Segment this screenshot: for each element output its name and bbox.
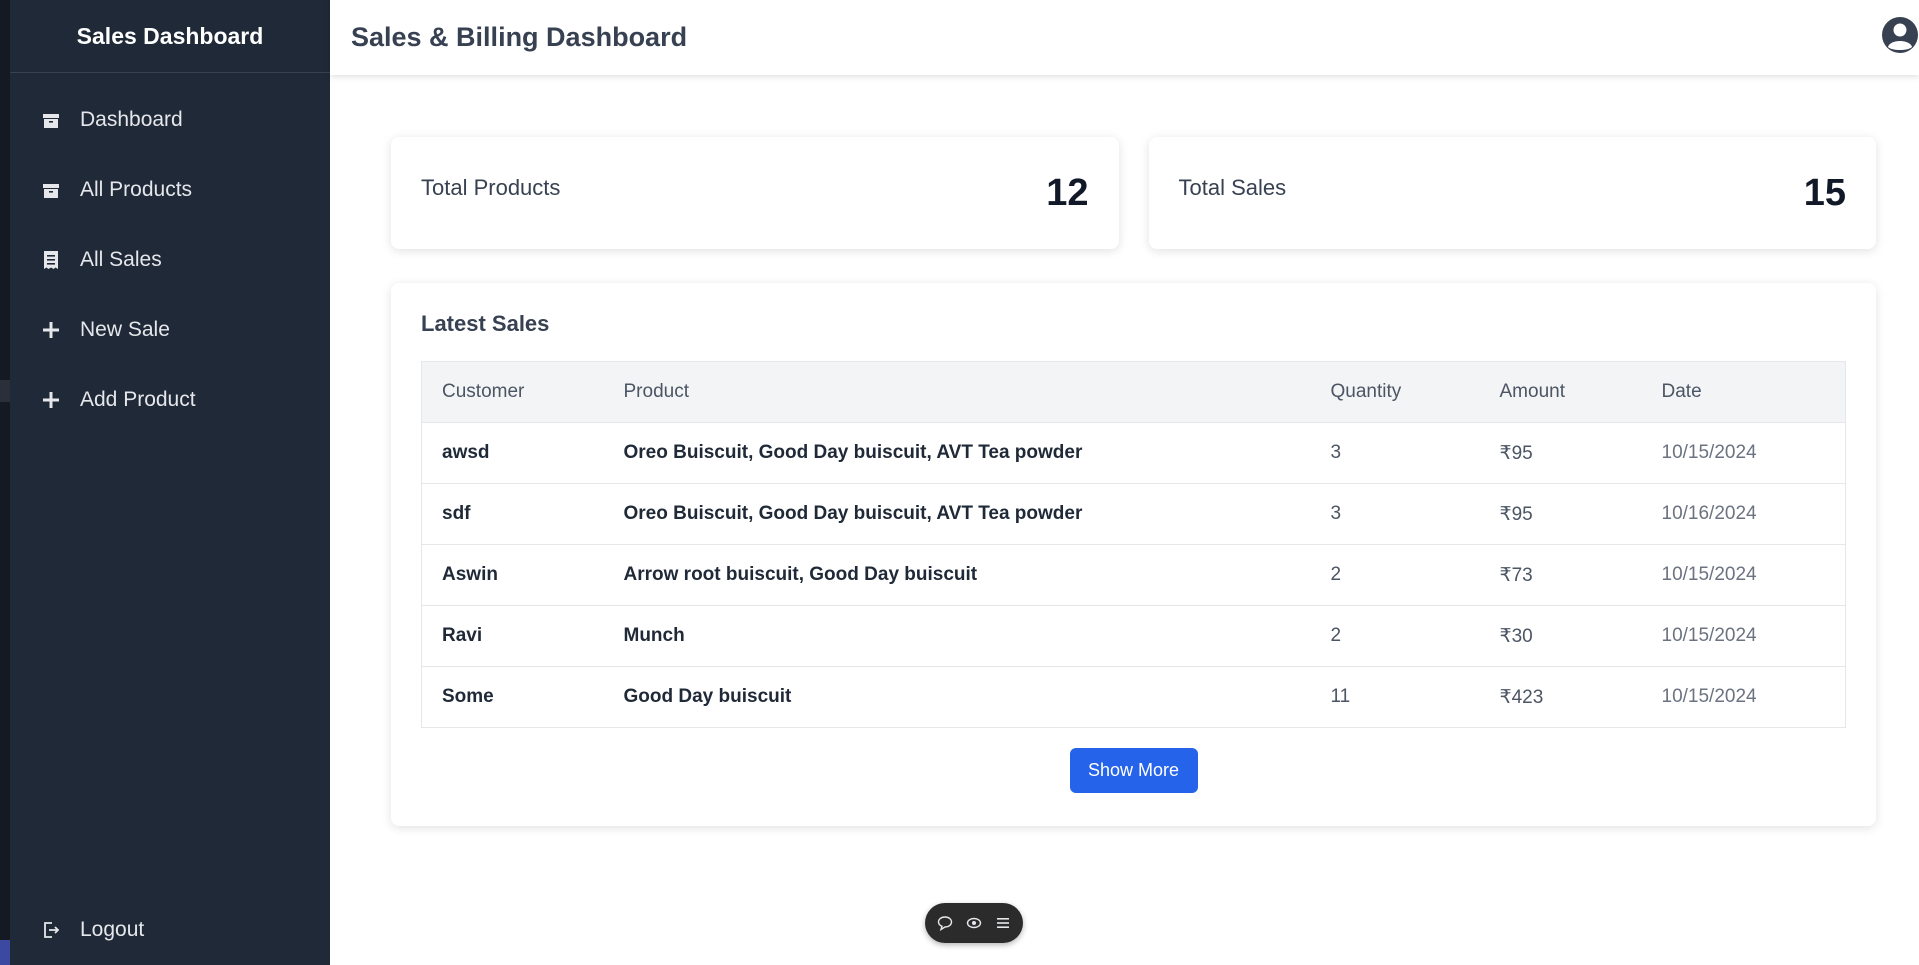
cell-customer: Some <box>421 666 604 728</box>
cell-date: 10/15/2024 <box>1641 666 1846 728</box>
column-header-date: Date <box>1641 361 1846 423</box>
sidebar-item-all-products[interactable]: All Products <box>10 155 330 225</box>
cell-amount: ₹95 <box>1479 422 1642 484</box>
main-content: Total Products 12 Total Sales 15 Latest … <box>391 75 1876 826</box>
column-header-customer: Customer <box>421 361 604 423</box>
cell-date: 10/16/2024 <box>1641 483 1846 545</box>
cell-customer: sdf <box>421 483 604 545</box>
cell-amount: ₹30 <box>1479 605 1642 667</box>
column-header-amount: Amount <box>1479 361 1642 423</box>
cell-product: Oreo Buiscuit, Good Day buiscuit, AVT Te… <box>603 483 1311 545</box>
receipt-icon <box>40 249 62 271</box>
cell-quantity: 3 <box>1310 422 1480 484</box>
sidebar-item-dashboard[interactable]: Dashboard <box>10 85 330 155</box>
cell-product: Munch <box>603 605 1311 667</box>
table-row: awsd Oreo Buiscuit, Good Day buiscuit, A… <box>421 422 1846 484</box>
sidebar-item-label: New Sale <box>80 318 170 341</box>
total-sales-card: Total Sales 15 <box>1148 137 1876 249</box>
cell-customer: Aswin <box>421 544 604 606</box>
stats-row: Total Products 12 Total Sales 15 <box>391 137 1876 249</box>
box-icon <box>40 109 62 131</box>
eye-icon[interactable] <box>965 914 983 932</box>
cell-date: 10/15/2024 <box>1641 544 1846 606</box>
cell-customer: Ravi <box>421 605 604 667</box>
menu-icon[interactable] <box>994 914 1012 932</box>
total-sales-value: 15 <box>1803 171 1846 214</box>
latest-sales-title: Latest Sales <box>421 311 550 336</box>
sidebar-item-label: Add Product <box>80 388 196 411</box>
logout-label: Logout <box>80 918 145 941</box>
latest-sales-card: Latest Sales Customer Product Quantity A… <box>391 283 1876 826</box>
sidebar-nav: Dashboard All Products All Sales New Sal… <box>10 85 330 435</box>
show-more-row: Show More <box>421 748 1846 793</box>
sidebar-item-new-sale[interactable]: New Sale <box>10 295 330 365</box>
total-products-value: 12 <box>1046 171 1089 214</box>
plus-icon <box>40 389 62 411</box>
table-row: Ravi Munch 2 ₹30 10/15/2024 <box>421 605 1846 667</box>
logout-icon <box>40 919 62 941</box>
cell-customer: awsd <box>421 422 604 484</box>
table-row: Aswin Arrow root buiscuit, Good Day buis… <box>421 544 1846 606</box>
cell-product: Good Day buiscuit <box>603 666 1311 728</box>
latest-sales-table: Customer Product Quantity Amount Date aw… <box>421 361 1846 728</box>
cell-product: Oreo Buiscuit, Good Day buiscuit, AVT Te… <box>603 422 1311 484</box>
cell-date: 10/15/2024 <box>1641 605 1846 667</box>
sidebar: Sales Dashboard Dashboard All Products A… <box>10 0 330 965</box>
total-products-label: Total Products <box>421 175 561 200</box>
sidebar-item-all-sales[interactable]: All Sales <box>10 225 330 295</box>
cell-quantity: 11 <box>1310 666 1480 728</box>
sidebar-item-label: All Products <box>80 178 193 201</box>
logout-button[interactable]: Logout <box>10 905 330 955</box>
cell-amount: ₹423 <box>1479 666 1642 728</box>
cell-product: Arrow root buiscuit, Good Day buiscuit <box>603 544 1311 606</box>
table-row: Some Good Day buiscuit 11 ₹423 10/15/202… <box>421 666 1846 728</box>
column-header-quantity: Quantity <box>1310 361 1480 423</box>
floating-toolbar <box>925 903 1023 943</box>
cell-amount: ₹73 <box>1479 544 1642 606</box>
column-header-product: Product <box>603 361 1311 423</box>
plus-icon <box>40 319 62 341</box>
sidebar-item-label: All Sales <box>80 248 162 271</box>
sidebar-item-add-product[interactable]: Add Product <box>10 365 330 435</box>
top-header: Sales & Billing Dashboard <box>330 0 1919 75</box>
cell-date: 10/15/2024 <box>1641 422 1846 484</box>
show-more-button[interactable]: Show More <box>1069 748 1198 793</box>
total-products-card: Total Products 12 <box>391 137 1119 249</box>
table-header-row: Customer Product Quantity Amount Date <box>421 361 1846 423</box>
total-sales-label: Total Sales <box>1178 175 1287 200</box>
edge-mark <box>0 380 10 402</box>
page-title: Sales & Billing Dashboard <box>351 22 688 52</box>
cell-quantity: 2 <box>1310 605 1480 667</box>
edge-mark <box>0 940 10 965</box>
user-circle-icon[interactable] <box>1881 16 1919 54</box>
cell-quantity: 2 <box>1310 544 1480 606</box>
chat-icon[interactable] <box>936 914 954 932</box>
table-row: sdf Oreo Buiscuit, Good Day buiscuit, AV… <box>421 483 1846 545</box>
window-edge <box>0 0 10 965</box>
box-icon <box>40 179 62 201</box>
cell-quantity: 3 <box>1310 483 1480 545</box>
cell-amount: ₹95 <box>1479 483 1642 545</box>
sidebar-item-label: Dashboard <box>80 108 183 131</box>
sidebar-title: Sales Dashboard <box>10 0 330 73</box>
